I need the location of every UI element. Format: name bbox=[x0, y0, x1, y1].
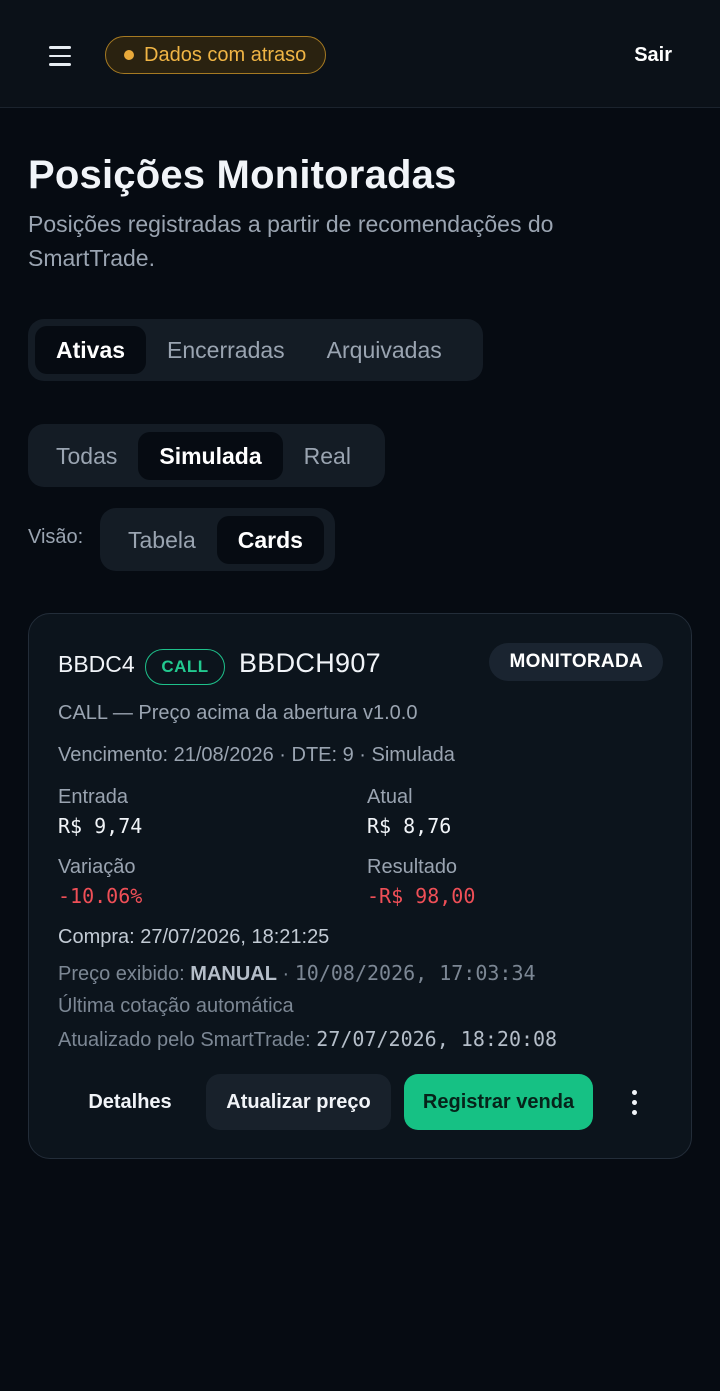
result-value: -R$ 98,00 bbox=[367, 884, 476, 908]
tab-arquivadas[interactable]: Arquivadas bbox=[306, 326, 463, 374]
tab-ativas[interactable]: Ativas bbox=[35, 326, 147, 374]
status-dot-icon bbox=[124, 50, 134, 60]
shown-price-line: Preço exibido: MANUAL · 10/08/2026, 17:0… bbox=[58, 961, 536, 986]
mode-tabs: Todas Simulada Real bbox=[28, 424, 385, 487]
current-value: R$ 8,76 bbox=[367, 814, 452, 838]
tab-todas[interactable]: Todas bbox=[35, 432, 138, 480]
delayed-data-badge: Dados com atraso bbox=[105, 36, 327, 74]
view-table-option[interactable]: Tabela bbox=[107, 516, 217, 564]
delayed-data-label: Dados com atraso bbox=[144, 43, 307, 66]
variation-label: Variação bbox=[58, 856, 136, 878]
logout-button[interactable]: Sair bbox=[634, 40, 672, 70]
shown-price-time: 10/08/2026, 17:03:34 bbox=[294, 961, 536, 985]
entry-label: Entrada bbox=[58, 786, 129, 808]
hamburger-menu-icon[interactable] bbox=[40, 36, 80, 76]
update-price-button[interactable]: Atualizar preço bbox=[206, 1074, 391, 1130]
entry-value: R$ 9,74 bbox=[58, 814, 143, 838]
status-tabs: Ativas Encerradas Arquivadas bbox=[28, 319, 483, 381]
position-card: BBDC4 CALL BBDCH907 MONITORADA CALL — Pr… bbox=[28, 613, 692, 1159]
current-label: Atual bbox=[367, 786, 413, 808]
strategy-line: CALL — Preço acima da abertura v1.0.0 bbox=[58, 702, 418, 724]
updated-prefix: Atualizado pelo SmartTrade: bbox=[58, 1029, 317, 1051]
option-type-badge: CALL bbox=[145, 649, 225, 685]
tab-encerradas[interactable]: Encerradas bbox=[146, 326, 306, 374]
details-button[interactable]: Detalhes bbox=[69, 1074, 191, 1130]
option-code: BBDCH907 bbox=[239, 648, 381, 678]
register-sale-button[interactable]: Registrar venda bbox=[404, 1074, 593, 1130]
purchase-line: Compra: 27/07/2026, 18:21:25 bbox=[58, 926, 330, 948]
updated-line: Atualizado pelo SmartTrade: 27/07/2026, … bbox=[58, 1027, 557, 1052]
view-toggle: Tabela Cards bbox=[100, 508, 335, 571]
shown-price-prefix: Preço exibido: bbox=[58, 963, 191, 985]
shown-price-separator: · bbox=[276, 963, 295, 985]
page-title: Posições Monitoradas bbox=[28, 153, 457, 197]
status-badge: MONITORADA bbox=[489, 643, 663, 681]
last-quote-line: Última cotação automática bbox=[58, 995, 294, 1017]
view-label: Visão: bbox=[28, 526, 84, 548]
view-cards-option[interactable]: Cards bbox=[216, 515, 324, 564]
expiry-line: Vencimento: 21/08/2026 · DTE: 9 · Simula… bbox=[58, 744, 455, 766]
shown-price-source: MANUAL bbox=[190, 963, 277, 985]
tab-real[interactable]: Real bbox=[283, 432, 372, 480]
top-bar: Dados com atraso Sair bbox=[0, 0, 720, 108]
result-label: Resultado bbox=[367, 856, 458, 878]
more-vertical-icon[interactable] bbox=[619, 1082, 649, 1122]
ticker: BBDC4 bbox=[58, 651, 135, 677]
variation-value: -10.06% bbox=[58, 884, 143, 908]
tab-simulada[interactable]: Simulada bbox=[138, 431, 283, 480]
updated-time: 27/07/2026, 18:20:08 bbox=[316, 1027, 558, 1051]
page-subtitle: Posições registradas a partir de recomen… bbox=[28, 211, 554, 271]
